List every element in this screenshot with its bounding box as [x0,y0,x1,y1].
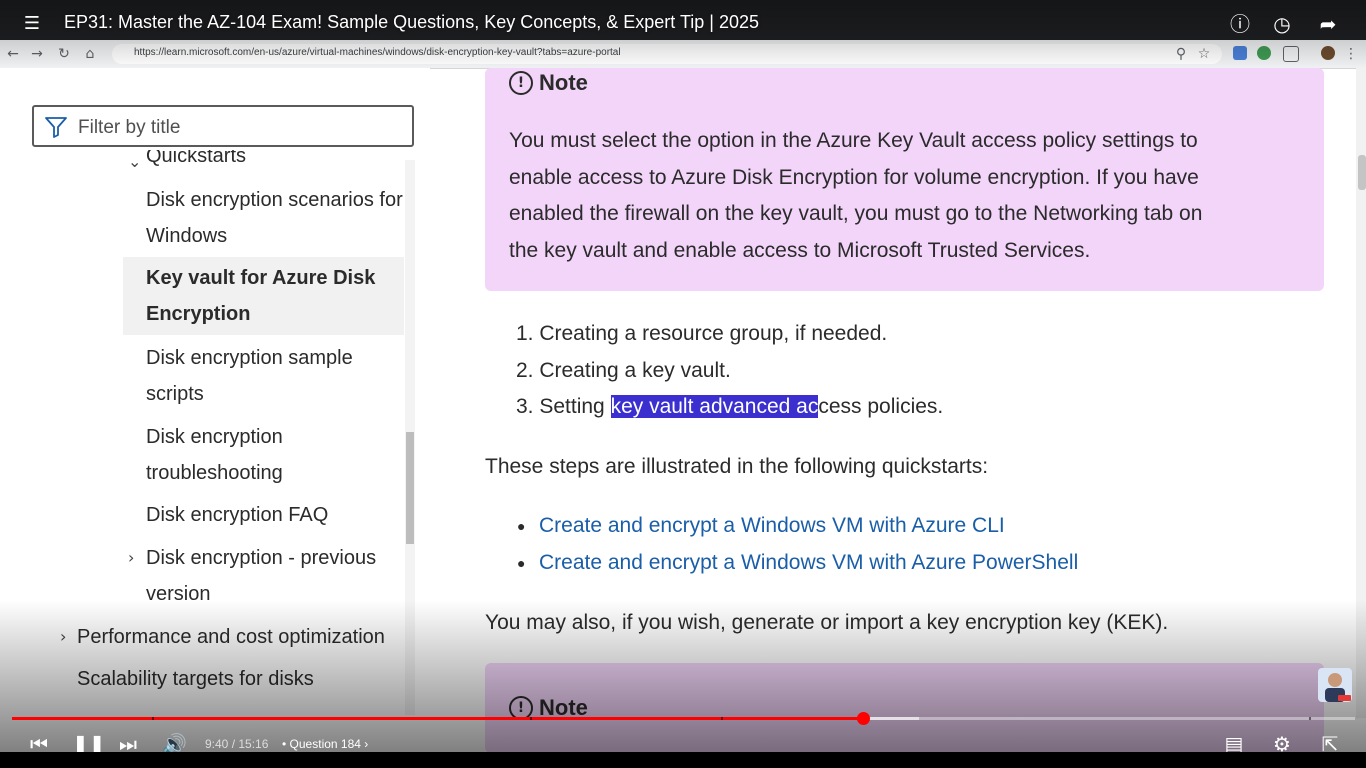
chevron-right-icon: › [128,548,135,567]
sidebar-item-label: Key vault for Azure Disk [146,267,376,289]
chevron-right-icon: › [60,627,67,646]
sidebar-item-scalability-targets[interactable]: Scalability targets for disks [77,661,314,697]
filter-icon [45,117,67,138]
note-line: enabled the firewall on the key vault, y… [509,202,1203,225]
kek-paragraph: You may also, if you wish, generate or i… [485,611,1169,634]
sidebar-item-key-vault-selected[interactable]: Key vault for Azure Disk Encryption [123,257,404,335]
sidebar-item-label: version [146,583,211,605]
sidebar-item-label: Scalability targets for disks [77,668,314,690]
note-title: Note [539,70,588,95]
step-item: 2. Creating a key vault. [516,358,731,382]
quickstarts-intro: These steps are illustrated in the follo… [485,455,989,478]
chapter-marker [721,717,723,720]
playlist-icon[interactable]: ☰ [20,12,44,36]
sidebar-item-disk-encryption-sample-scripts[interactable]: Disk encryption sample scripts [146,340,353,412]
watch-later-icon[interactable]: ◷ [1270,12,1294,36]
sidebar-item-disk-encryption-troubleshooting[interactable]: Disk encryption troubleshooting [146,419,283,491]
channel-avatar[interactable] [1318,668,1352,702]
forward-icon[interactable]: → [28,45,46,63]
step-text: 3. Setting [516,395,611,418]
sidebar-item-label: Performance and cost optimization [77,626,385,648]
page-scrollbar-thumb[interactable] [1358,155,1366,190]
chapter-label: Question 184 [289,737,361,751]
step-text: cess policies. [818,395,944,418]
link-list: Create and encrypt a Windows VM with Azu… [539,508,1078,581]
chevron-down-icon: ⌄ [128,152,142,171]
sidebar-item-label: Disk encryption [146,426,283,448]
chapter-separator: • [282,737,287,751]
note-line: You must select the option in the Azure … [509,129,1198,152]
filter-placeholder: Filter by title [78,117,181,138]
note-callout-2 [485,663,1324,753]
extensions-puzzle-icon[interactable] [1283,46,1299,62]
home-icon[interactable]: ⌂ [81,45,99,63]
note-text: You must select the option in the Azure … [509,123,1202,269]
sidebar-item-disk-encryption-previous-version[interactable]: Disk encryption - previous version [146,540,376,612]
sidebar-item-label: Disk encryption - previous [146,547,377,569]
extension-icon[interactable] [1257,46,1271,60]
channel-avatar-icon [1325,673,1351,702]
video-title[interactable]: EP31: Master the AZ-104 Exam! Sample Que… [64,12,759,33]
more-menu-icon[interactable]: ⋮ [1342,45,1360,63]
sidebar-item-performance[interactable]: Performance and cost optimization [77,619,385,655]
step-item: 3. Setting key vault advanced access pol… [516,389,943,426]
bottom-bar [0,752,1366,768]
zoom-icon[interactable]: ⚲ [1172,45,1190,63]
sidebar-item-label: Windows [146,225,228,247]
chapter-marker [152,717,154,720]
sidebar-item-label: Encryption [146,303,251,325]
link-create-vm-azure-cli[interactable]: Create and encrypt a Windows VM with Azu… [539,508,1078,545]
sidebar-item-label: Disk encryption FAQ [146,504,329,526]
extension-icon[interactable] [1233,46,1247,60]
chapter-title[interactable]: • Question 184 › [282,737,368,751]
steps-list: 1. Creating a resource group, if needed.… [516,316,943,426]
filter-by-title-input[interactable]: Filter by title [32,105,414,147]
bookmark-star-icon[interactable]: ☆ [1195,45,1213,63]
sidebar-item-label: Disk encryption scenarios for [146,189,403,211]
sidebar-item-label: scripts [146,383,204,405]
chevron-right-icon: › [364,737,369,751]
back-icon[interactable]: ← [4,45,22,63]
chapter-marker [1309,717,1311,720]
sidebar-scrollbar-thumb[interactable] [406,432,414,544]
info-circle-icon: ! [509,71,533,95]
reload-icon[interactable]: ↻ [55,45,73,63]
sidebar-item-label: troubleshooting [146,462,283,484]
progress-played [12,717,864,720]
chapter-marker [530,717,532,720]
address-bar[interactable]: https://learn.microsoft.com/en-us/azure/… [112,44,1222,64]
sidebar-item-disk-encryption-faq[interactable]: Disk encryption FAQ [146,497,328,533]
selected-text-highlight[interactable]: key vault advanced ac [610,395,819,418]
info-icon[interactable]: ⓘ [1228,12,1252,36]
profile-avatar-icon[interactable] [1321,46,1335,60]
url-text: https://learn.microsoft.com/en-us/azure/… [134,47,621,58]
sidebar-item-label: Disk encryption sample [146,347,353,369]
bullet-icon: ● ● [517,518,526,571]
note-line: enable access to Azure Disk Encryption f… [509,165,1199,189]
note-line: the key vault and enable access to Micro… [509,238,1091,262]
sidebar-item-disk-encryption-scenarios[interactable]: Disk encryption scenarios for Windows [146,182,403,254]
step-item: 1. Creating a resource group, if needed. [516,322,888,345]
link-create-vm-azure-powershell[interactable]: Create and encrypt a Windows VM with Azu… [539,545,1078,582]
time-display: 9:40 / 15:16 [205,737,269,751]
share-icon[interactable]: ➦ [1316,12,1340,36]
